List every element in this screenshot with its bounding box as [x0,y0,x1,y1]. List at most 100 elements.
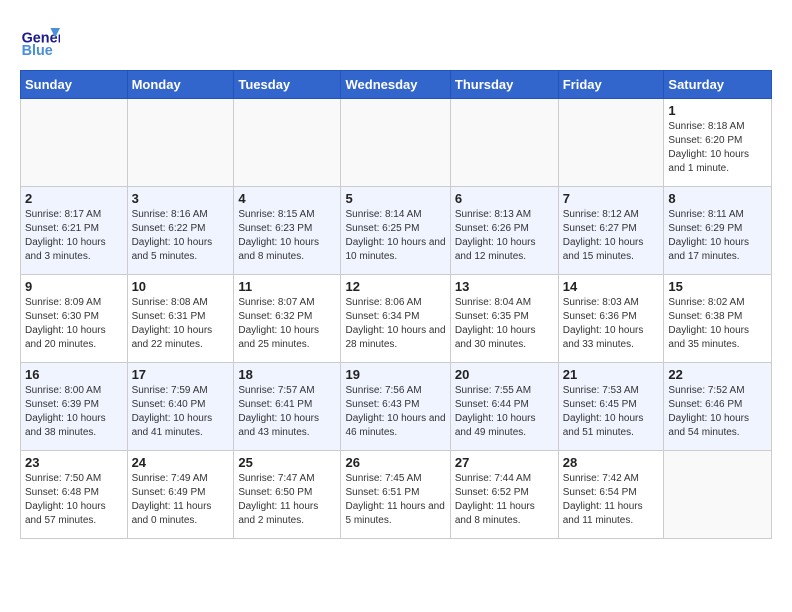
calendar-cell: 14Sunrise: 8:03 AM Sunset: 6:36 PM Dayli… [558,275,664,363]
calendar-cell: 2 Sunrise: 8:17 AM Sunset: 6:21 PM Daylig… [21,187,128,275]
day-number: 28 [563,455,660,470]
day-header-monday: Monday [127,71,234,99]
calendar-cell [234,99,341,187]
week-row-3: 9Sunrise: 8:09 AM Sunset: 6:30 PM Daylig… [21,275,772,363]
day-header-wednesday: Wednesday [341,71,450,99]
calendar-cell [664,451,772,539]
calendar-cell: 26 Sunrise: 7:45 AM Sunset: 6:51 PM Dayli… [341,451,450,539]
calendar-cell: 19 Sunrise: 7:56 AM Sunset: 6:43 PM Dayli… [341,363,450,451]
day-info: Sunrise: 7:44 AM Sunset: 6:52 PM Dayligh… [455,472,554,528]
day-info: Sunrise: 7:42 AM Sunset: 6:54 PM Dayligh… [563,472,660,528]
day-number: 16 [25,367,123,382]
svg-text:Blue: Blue [22,43,53,59]
day-info: Sunrise: 8:03 AM Sunset: 6:36 PM Dayligh… [563,296,660,352]
day-info: Sunrise: 8:09 AM Sunset: 6:30 PM Dayligh… [25,296,123,352]
day-number: 4 [238,191,336,206]
day-info: Sunrise: 7:45 AM Sunset: 6:51 PM Dayligh… [345,472,445,528]
calendar-cell: 9Sunrise: 8:09 AM Sunset: 6:30 PM Daylig… [21,275,128,363]
calendar-cell: 13 Sunrise: 8:04 AM Sunset: 6:35 PM Dayli… [450,275,558,363]
day-info: Sunrise: 8:04 AM Sunset: 6:35 PM Dayligh… [455,296,554,352]
calendar-cell: 17 Sunrise: 7:59 AM Sunset: 6:40 PM Dayli… [127,363,234,451]
day-number: 19 [345,367,445,382]
calendar-cell [450,99,558,187]
week-row-5: 23 Sunrise: 7:50 AM Sunset: 6:48 PM Dayli… [21,451,772,539]
day-number: 6 [455,191,554,206]
day-number: 17 [132,367,230,382]
day-number: 8 [668,191,767,206]
calendar-cell: 15 Sunrise: 8:02 AM Sunset: 6:38 PM Dayli… [664,275,772,363]
calendar-cell: 5 Sunrise: 8:14 AM Sunset: 6:25 PM Daylig… [341,187,450,275]
day-number: 12 [345,279,445,294]
calendar-cell: 22Sunrise: 7:52 AM Sunset: 6:46 PM Dayli… [664,363,772,451]
calendar-table: SundayMondayTuesdayWednesdayThursdayFrid… [20,70,772,539]
day-info: Sunrise: 8:17 AM Sunset: 6:21 PM Dayligh… [25,208,123,264]
day-info: Sunrise: 7:50 AM Sunset: 6:48 PM Dayligh… [25,472,123,528]
week-row-1: 1Sunrise: 8:18 AM Sunset: 6:20 PM Daylig… [21,99,772,187]
day-info: Sunrise: 8:06 AM Sunset: 6:34 PM Dayligh… [345,296,445,352]
page-header: General Blue [20,20,772,60]
calendar-cell [341,99,450,187]
day-info: Sunrise: 8:16 AM Sunset: 6:22 PM Dayligh… [132,208,230,264]
header-row: SundayMondayTuesdayWednesdayThursdayFrid… [21,71,772,99]
day-number: 26 [345,455,445,470]
day-number: 18 [238,367,336,382]
calendar-cell: 4 Sunrise: 8:15 AM Sunset: 6:23 PM Daylig… [234,187,341,275]
day-info: Sunrise: 8:15 AM Sunset: 6:23 PM Dayligh… [238,208,336,264]
calendar-cell: 11 Sunrise: 8:07 AM Sunset: 6:32 PM Dayli… [234,275,341,363]
day-header-thursday: Thursday [450,71,558,99]
day-number: 21 [563,367,660,382]
day-number: 27 [455,455,554,470]
day-number: 5 [345,191,445,206]
day-number: 23 [25,455,123,470]
calendar-cell: 12 Sunrise: 8:06 AM Sunset: 6:34 PM Dayli… [341,275,450,363]
day-number: 20 [455,367,554,382]
day-number: 22 [668,367,767,382]
day-number: 25 [238,455,336,470]
calendar-cell: 6 Sunrise: 8:13 AM Sunset: 6:26 PM Daylig… [450,187,558,275]
calendar-cell: 28 Sunrise: 7:42 AM Sunset: 6:54 PM Dayli… [558,451,664,539]
day-info: Sunrise: 7:53 AM Sunset: 6:45 PM Dayligh… [563,384,660,440]
day-number: 11 [238,279,336,294]
day-info: Sunrise: 7:56 AM Sunset: 6:43 PM Dayligh… [345,384,445,440]
day-number: 15 [668,279,767,294]
day-number: 3 [132,191,230,206]
calendar-cell: 25Sunrise: 7:47 AM Sunset: 6:50 PM Dayli… [234,451,341,539]
calendar-cell: 20 Sunrise: 7:55 AM Sunset: 6:44 PM Dayli… [450,363,558,451]
day-header-sunday: Sunday [21,71,128,99]
week-row-4: 16 Sunrise: 8:00 AM Sunset: 6:39 PM Dayli… [21,363,772,451]
calendar-cell [558,99,664,187]
day-info: Sunrise: 8:07 AM Sunset: 6:32 PM Dayligh… [238,296,336,352]
calendar-cell: 27 Sunrise: 7:44 AM Sunset: 6:52 PM Dayli… [450,451,558,539]
day-number: 2 [25,191,123,206]
day-header-saturday: Saturday [664,71,772,99]
calendar-cell: 16 Sunrise: 8:00 AM Sunset: 6:39 PM Dayli… [21,363,128,451]
day-number: 24 [132,455,230,470]
calendar-cell: 23 Sunrise: 7:50 AM Sunset: 6:48 PM Dayli… [21,451,128,539]
day-number: 10 [132,279,230,294]
calendar-cell: 10 Sunrise: 8:08 AM Sunset: 6:31 PM Dayli… [127,275,234,363]
calendar-cell: 3 Sunrise: 8:16 AM Sunset: 6:22 PM Daylig… [127,187,234,275]
day-info: Sunrise: 8:18 AM Sunset: 6:20 PM Dayligh… [668,120,767,176]
day-info: Sunrise: 7:59 AM Sunset: 6:40 PM Dayligh… [132,384,230,440]
day-number: 7 [563,191,660,206]
day-header-tuesday: Tuesday [234,71,341,99]
day-info: Sunrise: 8:02 AM Sunset: 6:38 PM Dayligh… [668,296,767,352]
calendar-cell: 24Sunrise: 7:49 AM Sunset: 6:49 PM Dayli… [127,451,234,539]
day-number: 13 [455,279,554,294]
day-info: Sunrise: 8:14 AM Sunset: 6:25 PM Dayligh… [345,208,445,264]
logo: General Blue [20,20,64,60]
day-info: Sunrise: 8:12 AM Sunset: 6:27 PM Dayligh… [563,208,660,264]
day-info: Sunrise: 8:11 AM Sunset: 6:29 PM Dayligh… [668,208,767,264]
day-info: Sunrise: 8:13 AM Sunset: 6:26 PM Dayligh… [455,208,554,264]
calendar-cell: 7 Sunrise: 8:12 AM Sunset: 6:27 PM Daylig… [558,187,664,275]
calendar-cell: 1Sunrise: 8:18 AM Sunset: 6:20 PM Daylig… [664,99,772,187]
day-header-friday: Friday [558,71,664,99]
day-info: Sunrise: 8:00 AM Sunset: 6:39 PM Dayligh… [25,384,123,440]
calendar-cell: 18 Sunrise: 7:57 AM Sunset: 6:41 PM Dayli… [234,363,341,451]
day-info: Sunrise: 7:55 AM Sunset: 6:44 PM Dayligh… [455,384,554,440]
week-row-2: 2 Sunrise: 8:17 AM Sunset: 6:21 PM Daylig… [21,187,772,275]
day-info: Sunrise: 7:57 AM Sunset: 6:41 PM Dayligh… [238,384,336,440]
calendar-cell [21,99,128,187]
day-info: Sunrise: 8:08 AM Sunset: 6:31 PM Dayligh… [132,296,230,352]
calendar-cell: 21 Sunrise: 7:53 AM Sunset: 6:45 PM Dayli… [558,363,664,451]
